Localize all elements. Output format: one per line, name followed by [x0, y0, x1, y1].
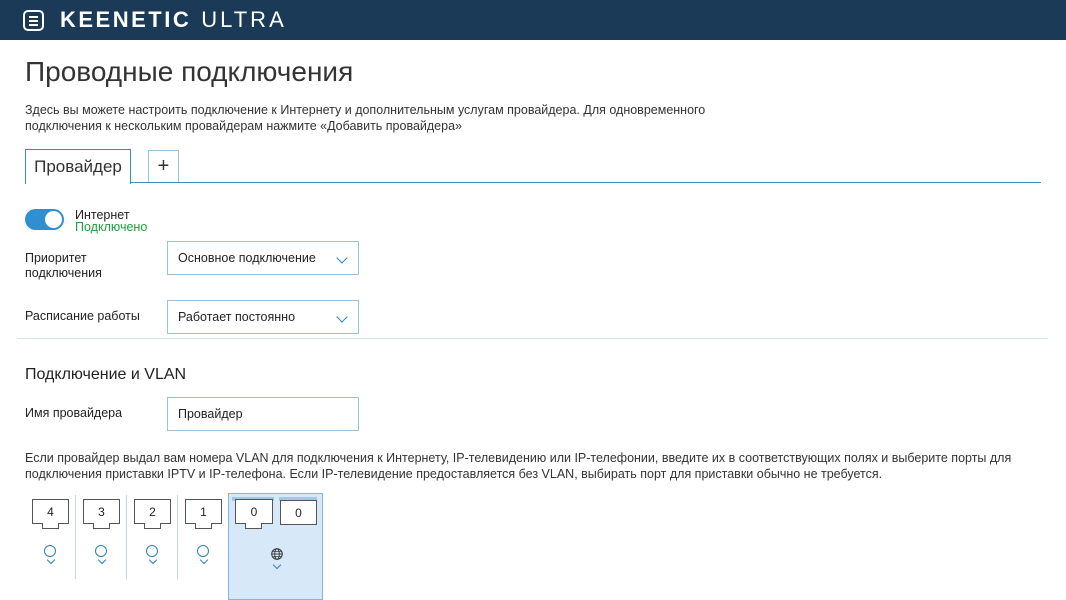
chevron-down-icon — [97, 555, 106, 565]
vlan-description: Если провайдер выдал вам номера VLAN для… — [25, 451, 1012, 481]
port-3[interactable]: 3 — [76, 493, 127, 578]
brand-model: ULTRA — [201, 7, 287, 32]
section-title-vlan: Подключение и VLAN — [25, 366, 187, 383]
ethernet-port-icon: 1 — [185, 499, 222, 529]
ethernet-port-icon: 0 — [235, 499, 273, 529]
chevron-down-icon — [336, 252, 348, 264]
priority-value: Основное подключение — [178, 251, 316, 265]
port-chevron[interactable] — [229, 560, 324, 570]
brand-name: KEENETIC — [60, 7, 192, 32]
provider-name-label: Имя провайдера — [25, 406, 123, 420]
port-chevron[interactable] — [76, 555, 127, 565]
wan-port-number: 0 — [250, 504, 258, 519]
port-number: 1 — [200, 504, 207, 519]
internet-toggle[interactable] — [25, 209, 64, 230]
port-4[interactable]: 4 — [25, 493, 76, 578]
top-bar: KEENETIC ULTRA — [0, 0, 1066, 40]
schedule-label: Расписание работы — [25, 309, 140, 323]
chevron-down-icon — [46, 555, 55, 565]
port-chevron[interactable] — [127, 555, 178, 565]
tab-provider[interactable]: Провайдер — [25, 149, 131, 184]
ethernet-port-icon: 3 — [83, 499, 120, 529]
port-number: 3 — [98, 504, 105, 519]
schedule-select[interactable]: Работает постоянно — [167, 300, 359, 334]
chevron-down-icon — [336, 311, 348, 323]
port-number: 4 — [47, 504, 54, 519]
globe-icon — [271, 548, 283, 560]
page-description: Здесь вы можете настроить подключение к … — [25, 103, 706, 133]
port-chevron[interactable] — [178, 555, 229, 565]
chevron-down-icon — [148, 555, 157, 565]
sfp-port-number: 0 — [295, 505, 302, 520]
provider-name-input[interactable]: Провайдер — [167, 397, 359, 431]
chevron-down-icon — [272, 560, 281, 570]
chevron-down-icon — [199, 555, 208, 565]
priority-select[interactable]: Основное подключение — [167, 241, 359, 275]
port-2[interactable]: 2 — [127, 493, 178, 578]
port-wan[interactable]: 0 0 — [228, 493, 323, 600]
menu-icon[interactable] — [23, 10, 44, 31]
toggle-knob — [45, 211, 62, 228]
add-provider-button[interactable]: + — [148, 150, 179, 182]
sfp-port-icon: 0 — [280, 500, 317, 525]
port-chevron[interactable] — [25, 555, 76, 565]
page-title: Проводные подключения — [25, 56, 354, 87]
port-number: 2 — [149, 504, 156, 519]
priority-label: Приоритет подключения — [25, 251, 102, 280]
schedule-value: Работает постоянно — [178, 310, 296, 324]
tab-bar: Провайдер + — [25, 149, 1041, 184]
ethernet-port-icon: 4 — [32, 499, 69, 529]
section-divider — [17, 338, 1048, 339]
brand-logo: KEENETIC ULTRA — [60, 8, 287, 32]
ethernet-port-icon: 2 — [134, 499, 171, 529]
port-1[interactable]: 1 — [178, 493, 229, 578]
internet-status: Подключено — [75, 220, 148, 234]
